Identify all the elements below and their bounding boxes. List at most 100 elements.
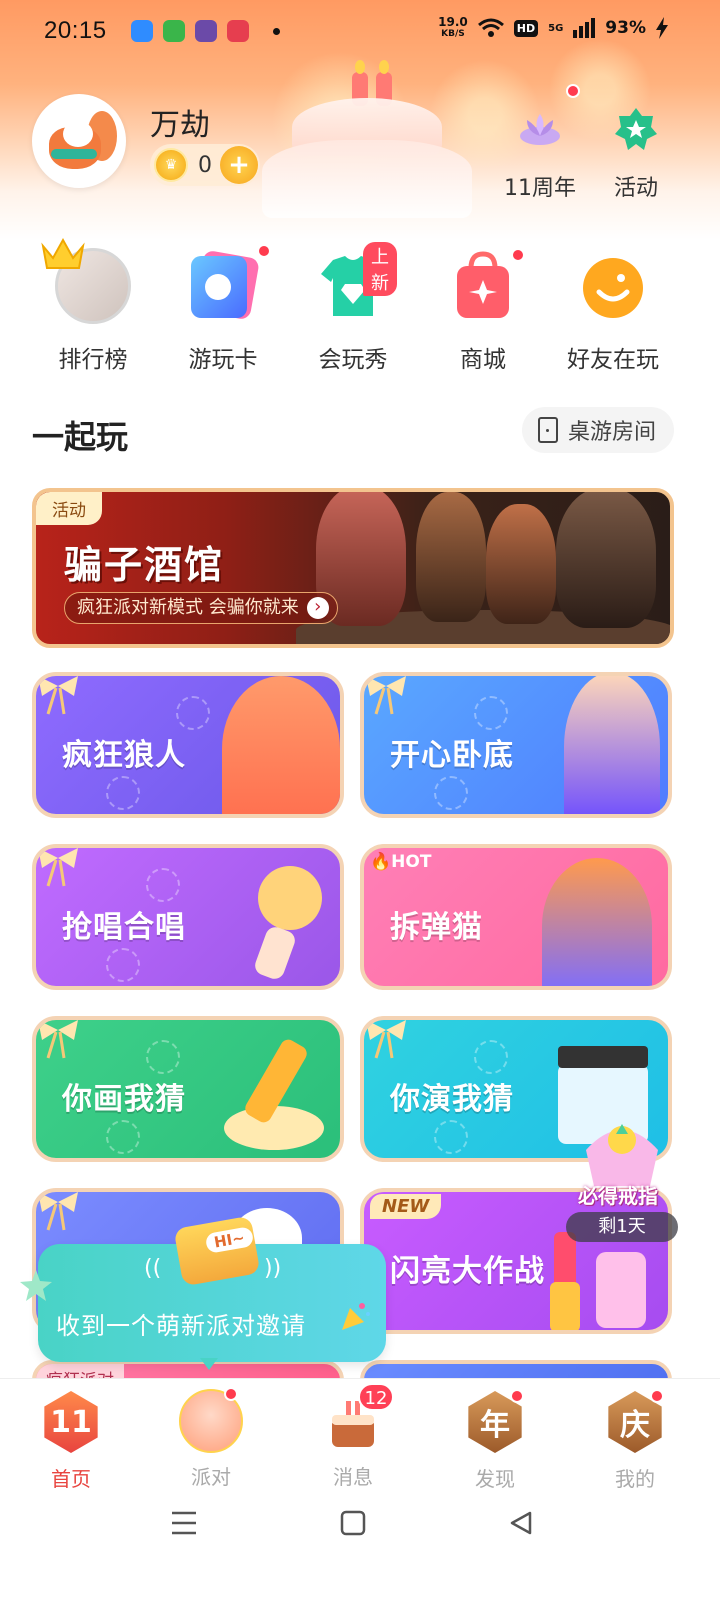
- ribbon-bow-icon: [38, 1192, 78, 1231]
- hd-voice-icon: HD: [513, 19, 539, 37]
- microphone-illustration: [255, 866, 322, 979]
- boy-character-illustration: [564, 676, 660, 814]
- back-triangle-icon[interactable]: [508, 1510, 534, 1536]
- home-11-icon: 11: [38, 1391, 104, 1457]
- app-notification-icon: [194, 20, 217, 42]
- ribbon-bow-icon: [38, 1020, 78, 1059]
- username[interactable]: 万劫: [150, 100, 210, 144]
- game-card-undercover[interactable]: 开心卧底: [360, 672, 672, 818]
- anniversary-button[interactable]: 11周年: [500, 106, 580, 202]
- nav-label-messages: 消息: [333, 1465, 373, 1489]
- star-badge-icon: [615, 108, 657, 150]
- play-card-icon: [185, 244, 271, 324]
- activity-button[interactable]: 活动: [606, 106, 666, 202]
- system-navigation-bar: [0, 1496, 720, 1556]
- charging-bolt-icon: [656, 17, 668, 39]
- party-popper-icon: [342, 1303, 370, 1330]
- quick-menu: 排行榜 游玩卡 上新 会玩秀 商城 好友在玩: [0, 237, 720, 374]
- activity-tag: 活动: [36, 492, 102, 525]
- unread-count-badge: 12: [358, 1383, 394, 1411]
- home-square-icon[interactable]: [340, 1510, 366, 1536]
- mine-celebrate-icon: 庆: [602, 1389, 668, 1457]
- show-label: 会玩秀: [318, 347, 388, 373]
- coin-balance[interactable]: ♛ 0 +: [150, 144, 260, 186]
- quick-item-play-card[interactable]: 游玩卡: [158, 244, 288, 374]
- mall-label: 商城: [460, 347, 506, 373]
- crown-coin-icon: ♛: [154, 148, 188, 182]
- quick-item-show[interactable]: 上新 会玩秀: [288, 242, 418, 374]
- user-avatar[interactable]: [32, 94, 126, 188]
- friends-playing-label: 好友在玩: [567, 347, 659, 373]
- play-card-label: 游玩卡: [188, 347, 258, 373]
- board-game-room-button[interactable]: 桌游房间: [521, 407, 674, 453]
- banner-subtitle[interactable]: 疯狂派对新模式 会骗你就来: [64, 592, 338, 624]
- status-time: 20:15: [44, 17, 107, 44]
- game-card-bomb-cat[interactable]: 🔥HOT 拆弹猫: [360, 844, 672, 990]
- coin-amount: 0: [198, 152, 212, 178]
- board-game-room-label: 桌游房间: [567, 420, 656, 445]
- more-notifications-dot: [272, 27, 280, 35]
- smiley-face-icon: [575, 248, 651, 324]
- bottom-navigation: 11 首页 派对 12 消息 年 发现 庆 我的: [0, 1378, 720, 1600]
- gift-ring-icon: [586, 1124, 658, 1186]
- quick-item-mall[interactable]: 商城: [418, 244, 548, 374]
- fox-character-illustration: [486, 504, 556, 624]
- discover-year-icon: 年: [462, 1389, 528, 1457]
- wifi-icon: [477, 18, 504, 37]
- app-home-screen: 20:15 19.0 KB/S HD 5G 93% 万劫 ♛ 0 + 11周年 …: [0, 0, 720, 1600]
- ranking-avatar-icon: [41, 237, 131, 324]
- game-name: 闪亮大作战: [390, 1254, 545, 1289]
- battery-level: 93%: [605, 18, 646, 38]
- liar-tavern-banner[interactable]: 活动 骗子酒馆 疯狂派对新模式 会骗你就来: [32, 488, 674, 648]
- ribbon-bow-icon: [38, 848, 78, 887]
- new-tag: NEW: [370, 1194, 442, 1219]
- anniversary-lotus-icon: [520, 114, 560, 145]
- game-name: 拆弹猫: [390, 910, 483, 945]
- girl-with-shovel-illustration: [542, 858, 652, 986]
- section-title: 一起玩: [32, 418, 129, 456]
- nav-item-discover[interactable]: 年 发现: [440, 1389, 550, 1492]
- ring-promo-title: 必得戒指: [578, 1184, 658, 1208]
- quick-item-ranking[interactable]: 排行榜: [28, 237, 158, 374]
- add-coins-button[interactable]: +: [220, 146, 258, 184]
- anniversary-label: 11周年: [504, 176, 576, 201]
- activity-label: 活动: [613, 176, 658, 201]
- signal-bars-icon: [573, 18, 596, 38]
- banner-title: 骗子酒馆: [64, 543, 225, 587]
- quick-item-friends-playing[interactable]: 好友在玩: [548, 244, 678, 374]
- ring-promo-remaining: 剩1天: [566, 1212, 678, 1242]
- fox-girl-illustration: [222, 676, 340, 814]
- nav-item-party[interactable]: 派对: [156, 1387, 266, 1490]
- app-notification-icon: [130, 20, 153, 42]
- game-card-draw-guess[interactable]: 你画我猜: [32, 1016, 344, 1162]
- party-invite-toast[interactable]: HI~ (( )) 收到一个萌新派对邀请: [38, 1215, 386, 1362]
- game-card-chorus[interactable]: 抢唱合唱: [32, 844, 344, 990]
- game-name: 抢唱合唱: [62, 910, 186, 945]
- nav-item-home[interactable]: 11 首页: [16, 1389, 126, 1492]
- network-speed: 19.0 KB/S: [438, 15, 468, 39]
- door-icon: [537, 417, 558, 443]
- new-badge: 上新: [363, 242, 397, 296]
- ribbon-bow-icon: [38, 676, 78, 715]
- signal-5g-label: 5G: [548, 22, 564, 34]
- hot-tag: 🔥HOT: [370, 852, 432, 872]
- nav-label-discover: 发现: [475, 1467, 515, 1491]
- dog-character-illustration: [556, 492, 656, 628]
- nav-label-party: 派对: [191, 1465, 231, 1489]
- nav-label-home: 首页: [51, 1467, 91, 1491]
- horse-character-illustration: [416, 492, 486, 622]
- party-avatar-icon: [178, 1387, 244, 1455]
- status-bar: 20:15 19.0 KB/S HD 5G 93%: [0, 0, 720, 62]
- ribbon-bow-icon: [366, 1020, 406, 1059]
- pencil-illustration: [224, 1039, 324, 1150]
- tshirt-gem-icon: 上新: [315, 242, 397, 324]
- game-name: 疯狂狼人: [62, 738, 186, 773]
- nav-item-messages[interactable]: 12 消息: [298, 1383, 408, 1490]
- recent-apps-icon[interactable]: [170, 1510, 198, 1536]
- game-name: 开心卧底: [390, 738, 514, 773]
- message-cake-icon: 12: [320, 1383, 394, 1455]
- game-card-werewolf[interactable]: 疯狂狼人: [32, 672, 344, 818]
- ranking-label: 排行榜: [58, 347, 128, 373]
- invite-text: 收到一个萌新派对邀请: [56, 1312, 306, 1340]
- nav-item-mine[interactable]: 庆 我的: [580, 1389, 690, 1492]
